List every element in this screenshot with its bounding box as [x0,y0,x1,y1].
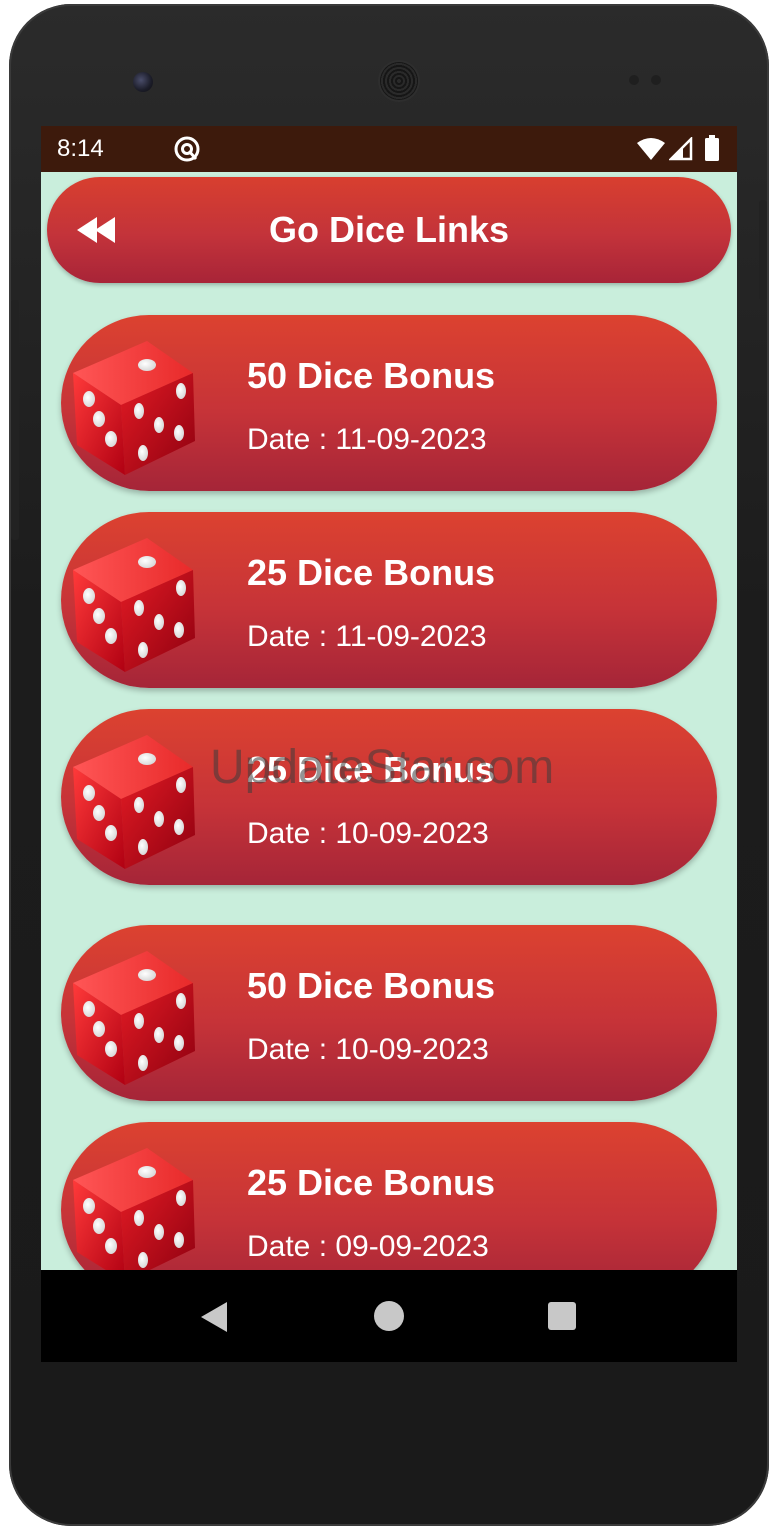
status-time: 8:14 [57,135,104,162]
bonus-link-card[interactable]: 25 Dice Bonus Date : 10-09-2023 [61,709,717,885]
at-sign-icon [174,136,200,162]
proximity-sensor [629,75,639,85]
dice-icon [73,538,195,672]
card-date: Date : 11-09-2023 [247,620,487,653]
dice-icon [73,341,195,475]
bonus-link-card[interactable]: 25 Dice Bonus Date : 09-09-2023 [61,1122,717,1270]
dice-icon [73,1148,195,1270]
dice-icon [73,735,195,869]
navigation-bar [41,1270,737,1362]
volume-button [11,300,19,540]
card-date: Date : 09-09-2023 [247,1230,489,1263]
screen: 8:14 Go Dice Links 50 Dice Bonus Date: … [41,126,737,1362]
wifi-icon [637,138,665,160]
card-title: 50 Dice Bonus [247,965,496,1006]
card-date: Date : 10-09-2023 [247,1033,489,1066]
bonus-link-card[interactable]: 50 Dice Bonus Date : 11-09-2023 [61,315,717,491]
earpiece-speaker [380,62,418,100]
recents-square-icon[interactable] [548,1302,576,1330]
power-button [759,200,767,300]
card-title: 50 Dice Bonus [247,355,496,396]
page-title: Go Dice Links [268,209,510,250]
back-triangle-icon[interactable] [197,1300,231,1334]
signal-icon [669,137,693,161]
front-camera [133,72,153,92]
dice-icon [73,951,195,1085]
card-title: 25 Dice Bonus [247,552,496,593]
card-date: Date : 10-09-2023 [247,817,489,850]
card-date: Date : 11-09-2023 [247,423,487,456]
card-title: 25 Dice Bonus [247,1162,496,1203]
light-sensor [651,75,661,85]
home-circle-icon[interactable] [374,1301,404,1331]
battery-icon [705,135,719,161]
card-title: 25 Dice Bonus [247,749,496,790]
header-bar: Go Dice Links [47,177,731,283]
bonus-link-card[interactable]: 50 Dice Bonus Date : 10-09-2023 [61,925,717,1101]
app-content: Go Dice Links 50 Dice Bonus Date : 11-09… [41,172,737,1270]
status-bar: 8:14 [41,126,737,172]
bonus-link-card[interactable]: 25 Dice Bonus Date : 11-09-2023 [61,512,717,688]
